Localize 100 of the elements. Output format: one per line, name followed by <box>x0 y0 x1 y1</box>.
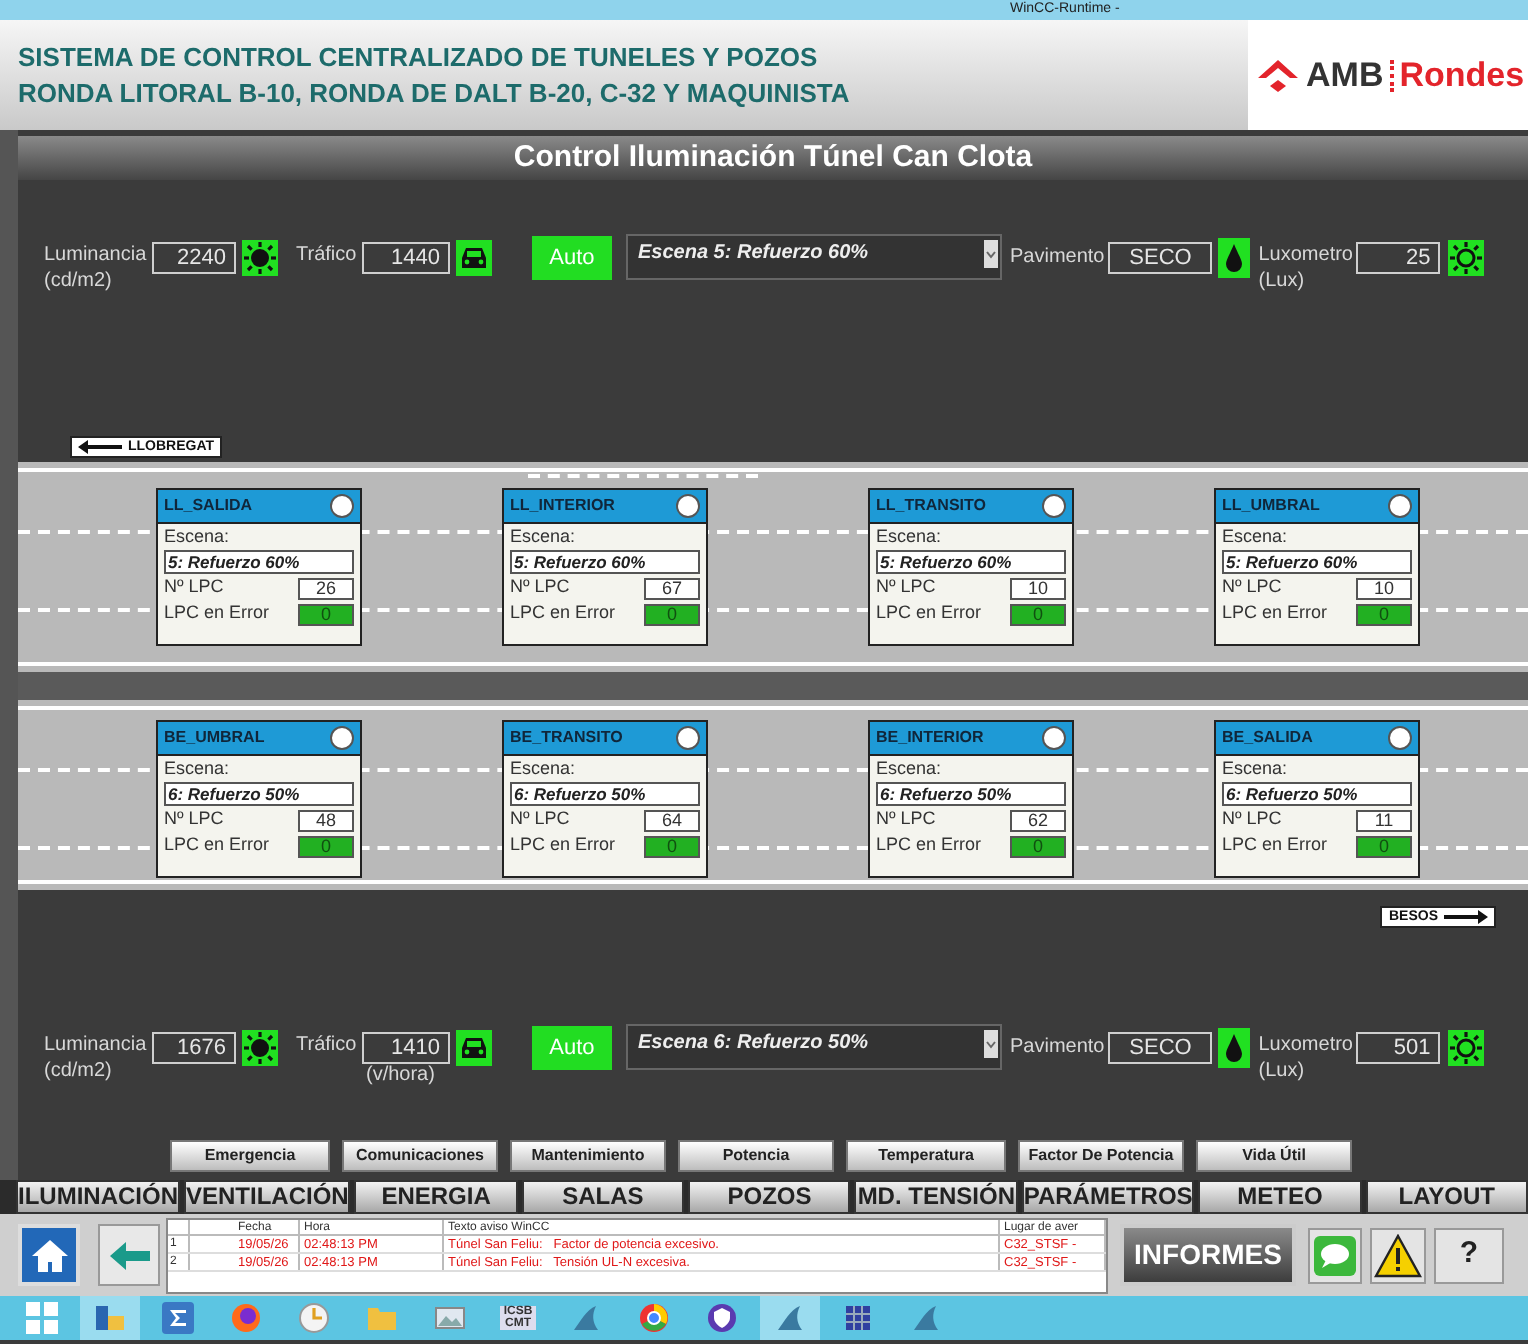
zone-name: LL_UMBRAL <box>1222 494 1320 518</box>
field-label: Nº LPC <box>164 806 224 833</box>
value-field: 2240 <box>152 242 236 274</box>
field-label: Nº LPC <box>510 806 570 833</box>
value-field: SECO <box>1108 1032 1213 1064</box>
scene-field: 5: Refuerzo 60% <box>510 550 700 574</box>
logo-brand: AMB <box>1306 53 1384 98</box>
lux-icon <box>1448 1030 1485 1066</box>
scene-field: 6: Refuerzo 50% <box>1222 782 1412 806</box>
error-count: 0 <box>1356 835 1412 857</box>
lpc-count: 10 <box>1010 577 1066 599</box>
tab[interactable]: SALAS <box>521 1180 685 1214</box>
scene-field: 6: Refuerzo 50% <box>876 782 1066 806</box>
field-label: Nº LPC <box>164 574 224 601</box>
value-field: 501 <box>1356 1032 1441 1064</box>
nav-button[interactable]: Potencia <box>678 1140 834 1172</box>
chat-bubble-icon <box>1314 1235 1356 1275</box>
status-lamp-icon <box>676 726 700 750</box>
help-button[interactable]: ? <box>1434 1227 1504 1283</box>
page-title: Control Iluminación Túnel Can Clota <box>18 136 1528 180</box>
field-label: Escena: <box>510 758 578 780</box>
reports-button[interactable]: INFORMES <box>1120 1224 1296 1286</box>
unit-label: (v/hora) <box>364 1064 437 1088</box>
scene-dropdown[interactable]: Escena 5: Refuerzo 60% <box>626 234 1002 280</box>
scene-dropdown[interactable]: Escena 6: Refuerzo 50% <box>626 1024 1002 1070</box>
field-label: Escena: <box>876 758 944 780</box>
field-label: Nº LPC <box>1222 574 1282 601</box>
tab[interactable]: VENTILACIÓN <box>184 1180 351 1214</box>
error-count: 0 <box>644 603 700 625</box>
status-lamp-icon <box>330 726 354 750</box>
scene-field: 5: Refuerzo 60% <box>164 550 354 574</box>
zone-name: BE_INTERIOR <box>876 726 984 750</box>
field-label: LPC en Error <box>510 600 616 627</box>
tab[interactable]: ENERGIA <box>354 1180 518 1214</box>
lpc-count: 62 <box>1010 809 1066 831</box>
field-label: Nº LPC <box>876 574 936 601</box>
field-label: Escena: <box>510 526 578 548</box>
field-label: Escena: <box>876 526 944 548</box>
back-arrow-icon <box>109 1241 149 1269</box>
tab[interactable]: MD. TENSIÓN <box>854 1180 1018 1214</box>
status-lamp-icon <box>330 494 354 518</box>
value-field: SECO <box>1108 242 1213 274</box>
back-button[interactable] <box>98 1224 160 1286</box>
scene-field: 5: Refuerzo 60% <box>1222 550 1412 574</box>
lpc-count: 64 <box>644 809 700 831</box>
field-label: LPC en Error <box>164 832 270 859</box>
lux-icon <box>1448 240 1485 276</box>
field-label: LPC en Error <box>1222 600 1328 627</box>
scene-field: 6: Refuerzo 50% <box>164 782 354 806</box>
nav-button[interactable]: Comunicaciones <box>342 1140 498 1172</box>
zone-name: LL_SALIDA <box>164 494 252 518</box>
tab[interactable]: PARÁMETROS <box>1021 1180 1195 1214</box>
tab[interactable]: POZOS <box>688 1180 851 1214</box>
unit-label: (Lux) <box>1258 270 1307 294</box>
tab[interactable]: ILUMINACIÓN <box>16 1180 180 1214</box>
field-label: LPC en Error <box>876 600 982 627</box>
scene-field: 5: Refuerzo 60% <box>876 550 1066 574</box>
error-count: 0 <box>1010 603 1066 625</box>
nav-button[interactable]: Mantenimiento <box>510 1140 666 1172</box>
lpc-count: 48 <box>298 809 354 831</box>
zone-name: BE_UMBRAL <box>164 726 265 750</box>
error-count: 0 <box>298 603 354 625</box>
field-label: Nº LPC <box>876 806 936 833</box>
dropdown-icon[interactable] <box>984 1030 998 1058</box>
status-lamp-icon <box>676 494 700 518</box>
nav-button[interactable]: Vida Útil <box>1196 1140 1352 1172</box>
header-title: SISTEMA DE CONTROL CENTRALIZADO DE TUNELES Y POZOS <box>18 39 820 75</box>
tab[interactable]: METEO <box>1198 1180 1362 1214</box>
nav-button[interactable]: Factor De Potencia <box>1018 1140 1184 1172</box>
value-field: 1440 <box>362 242 450 274</box>
status-lamp-icon <box>1388 494 1412 518</box>
arrow-icon <box>78 440 122 454</box>
arrow-icon <box>1444 910 1488 924</box>
value-field: 1676 <box>152 1032 236 1064</box>
field-label: LPC en Error <box>164 600 270 627</box>
dropdown-icon[interactable] <box>984 240 998 268</box>
car-icon <box>456 240 492 276</box>
sensor-label: Luminancia <box>44 1032 149 1060</box>
status-lamp-icon <box>1388 726 1412 750</box>
field-label: LPC en Error <box>1222 832 1328 859</box>
lpc-count: 11 <box>1356 809 1412 831</box>
drop-icon <box>1218 238 1251 278</box>
nav-button[interactable]: Temperatura <box>846 1140 1006 1172</box>
scene-field: 6: Refuerzo 50% <box>510 782 700 806</box>
nav-button[interactable]: Emergencia <box>170 1140 330 1172</box>
home-button[interactable] <box>18 1224 80 1286</box>
warning-button[interactable] <box>1370 1227 1426 1283</box>
status-lamp-icon <box>1042 494 1066 518</box>
taskbar-icon[interactable] <box>80 1296 140 1340</box>
sensor-label: Tráfico <box>296 242 359 270</box>
warning-icon <box>1374 1233 1422 1277</box>
sensor-label: Luxometro <box>1258 242 1355 270</box>
sun-icon <box>242 1030 278 1066</box>
status-lamp-icon <box>1042 726 1066 750</box>
zone-name: BE_SALIDA <box>1222 726 1313 750</box>
car-icon <box>456 1030 492 1066</box>
tab[interactable]: LAYOUT <box>1365 1180 1528 1214</box>
field-label: LPC en Error <box>510 832 616 859</box>
field-label: Nº LPC <box>510 574 570 601</box>
sensor-label: Pavimento <box>1010 244 1105 272</box>
